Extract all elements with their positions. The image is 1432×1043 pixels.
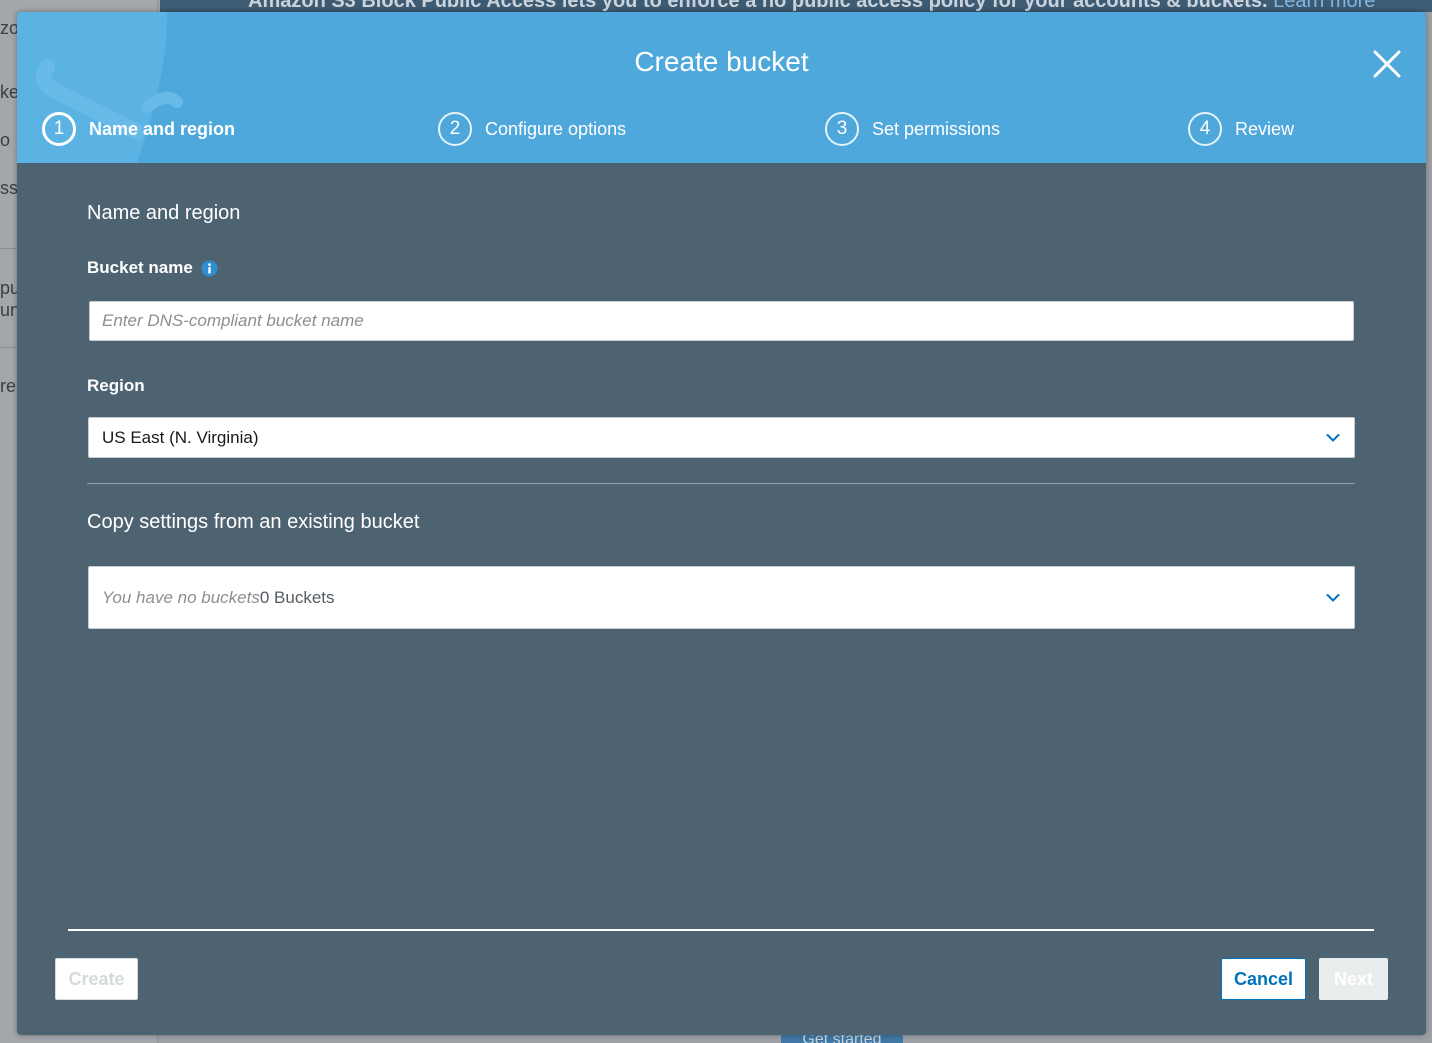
chevron-down-icon	[1326, 593, 1340, 602]
next-button[interactable]: Next	[1319, 958, 1388, 1000]
chevron-down-icon	[1326, 433, 1340, 442]
sidebar-fragment: re	[0, 376, 17, 396]
step-number-badge: 1	[42, 112, 76, 146]
region-selected-value: US East (N. Virginia)	[102, 427, 259, 447]
region-select[interactable]: US East (N. Virginia)	[88, 417, 1355, 458]
step-label: Name and region	[89, 118, 236, 139]
step-label: Configure options	[485, 118, 627, 139]
modal-header: Create bucket 1 Name and region 2 Config…	[17, 12, 1426, 163]
copy-settings-select[interactable]: You have no buckets 0 Buckets	[88, 566, 1355, 629]
bucket-name-label: Bucket name	[87, 258, 218, 278]
background-banner: Amazon S3 Block Public Access lets you t…	[160, 0, 1432, 12]
bucket-count: 0 Buckets	[259, 587, 335, 607]
step-number-badge: 2	[438, 112, 472, 146]
step-configure-options[interactable]: 2 Configure options	[438, 111, 626, 147]
region-label: Region	[87, 376, 145, 396]
step-label: Set permissions	[872, 118, 1001, 139]
step-name-and-region[interactable]: 1 Name and region	[42, 111, 235, 147]
step-label: Review	[1235, 118, 1295, 139]
copy-settings-placeholder: You have no buckets	[102, 587, 260, 607]
step-number-badge: 3	[825, 112, 859, 146]
banner-text: Amazon S3 Block Public Access lets you t…	[248, 0, 1375, 12]
step-set-permissions[interactable]: 3 Set permissions	[825, 111, 1000, 147]
bucket-name-label-text: Bucket name	[87, 258, 193, 277]
section-divider	[87, 483, 1355, 484]
wizard-steps: 1 Name and region 2 Configure options 3 …	[17, 12, 1426, 163]
footer-divider	[68, 929, 1374, 931]
sidebar-fragment: ss	[0, 178, 18, 198]
cancel-button[interactable]: Cancel	[1221, 958, 1306, 1000]
section-title: Name and region	[87, 202, 241, 224]
step-review[interactable]: 4 Review	[1188, 111, 1294, 147]
create-bucket-modal: Create bucket 1 Name and region 2 Config…	[17, 12, 1426, 1035]
step-number-badge: 4	[1188, 112, 1222, 146]
bucket-name-input[interactable]	[89, 301, 1354, 341]
get-started-button: Get started	[781, 1032, 903, 1043]
banner-learn-more-link: Learn more	[1273, 0, 1376, 12]
copy-settings-title: Copy settings from an existing bucket	[87, 511, 420, 533]
banner-message: Amazon S3 Block Public Access lets you t…	[248, 0, 1268, 12]
sidebar-fragment: o	[0, 130, 11, 150]
info-icon[interactable]	[201, 260, 218, 277]
create-button[interactable]: Create	[55, 958, 138, 1000]
region-label-text: Region	[87, 376, 145, 395]
